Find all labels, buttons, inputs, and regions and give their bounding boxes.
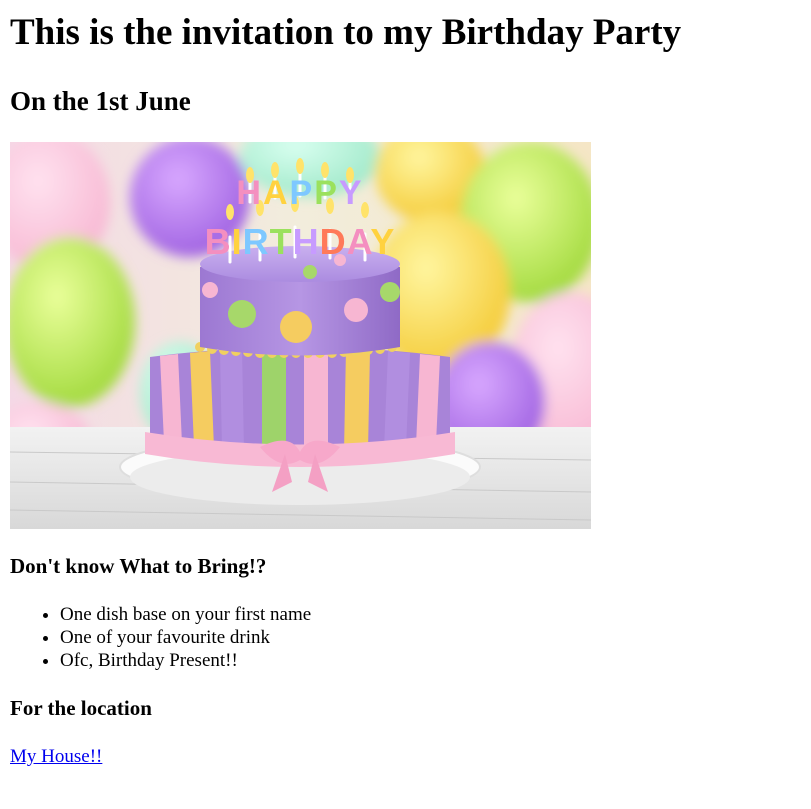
list-item: Ofc, Birthday Present!! bbox=[60, 649, 311, 672]
birthday-cake-image: HAPPY BIRTHDAY bbox=[10, 142, 591, 529]
list-item: One dish base on your first name bbox=[60, 603, 311, 626]
page: This is the invitation to my Birthday Pa… bbox=[0, 0, 811, 809]
bring-list: One dish base on your first name One of … bbox=[0, 603, 311, 672]
cake-happy-text: HAPPY bbox=[236, 174, 363, 212]
list-item: One of your favourite drink bbox=[60, 626, 311, 649]
bring-heading: Don't know What to Bring!? bbox=[10, 554, 267, 578]
location-heading: For the location bbox=[10, 696, 152, 720]
location-link[interactable]: My House!! bbox=[10, 745, 102, 769]
page-subtitle: On the 1st June bbox=[10, 86, 191, 116]
cake-birthday-text: BIRTHDAY bbox=[205, 221, 396, 262]
page-title: This is the invitation to my Birthday Pa… bbox=[10, 12, 682, 53]
